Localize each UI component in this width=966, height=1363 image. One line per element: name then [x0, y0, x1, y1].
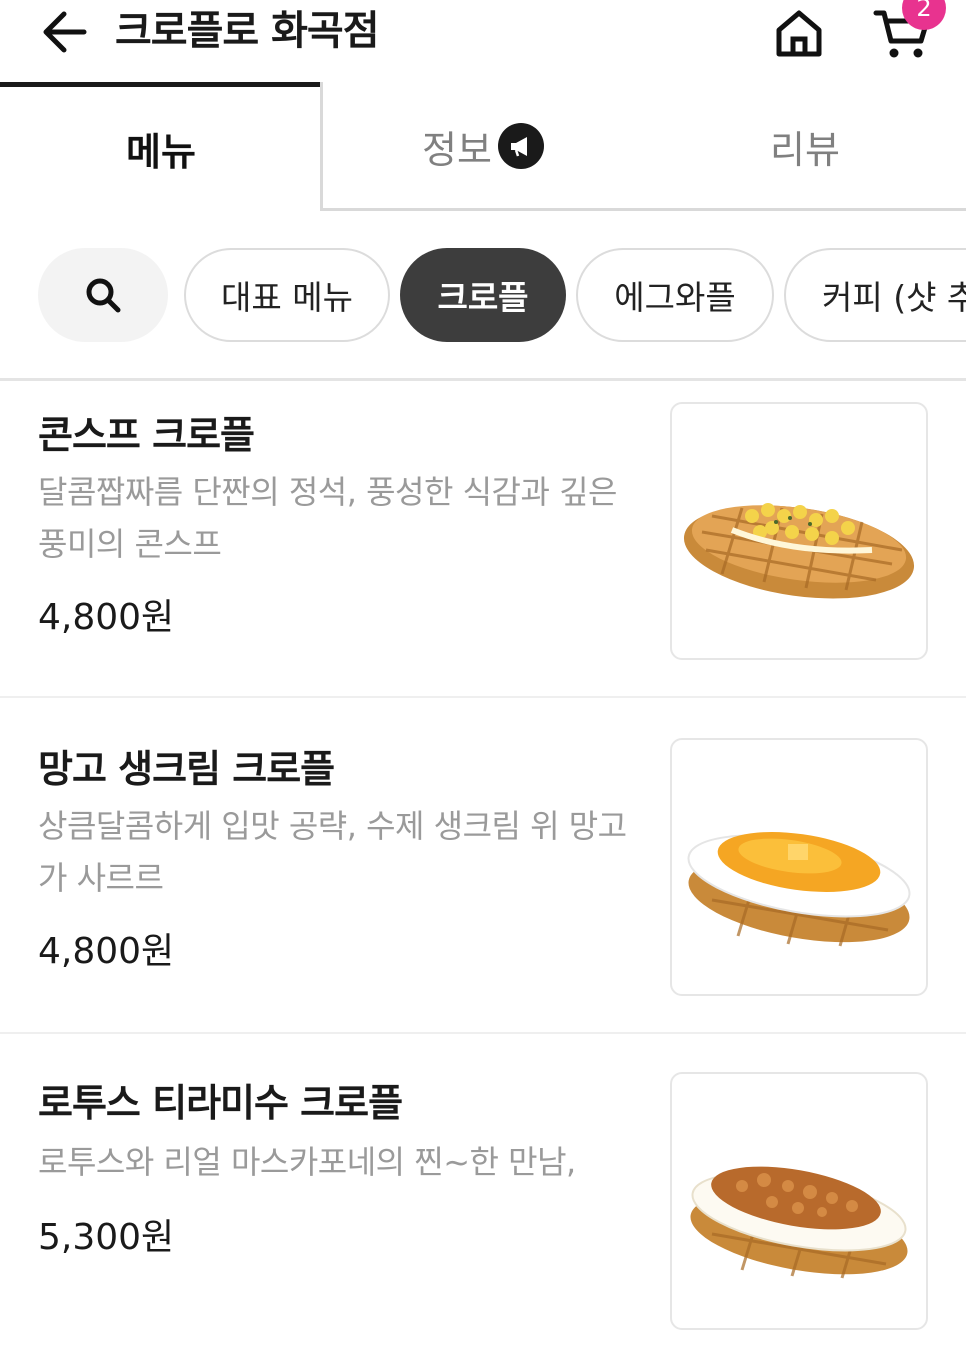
menu-item-description: 로투스와 리얼 마스카포네의 찐~한 만남, [38, 1143, 576, 1181]
menu-item-price: 5,300원 [38, 1217, 175, 1258]
menu-item-price: 4,800원 [38, 931, 175, 972]
menu-item[interactable]: 로투스 티라미수 크로플 로투스와 리얼 마스카포네의 찐~한 만남, 5,30… [0, 1052, 966, 1363]
menu-item-image [670, 402, 928, 660]
back-button[interactable] [36, 6, 92, 58]
tab-bottom-border [320, 208, 966, 211]
app-header: 크로플로 화곡점 2 [0, 0, 966, 80]
menu-item-image [670, 738, 928, 996]
menu-item[interactable]: 콘스프 크로플 달콤짭짜름 단짠의 정석, 풍성한 식감과 깊은 풍미의 콘스프… [0, 382, 966, 698]
tab-review[interactable]: 리뷰 [644, 82, 966, 210]
store-title: 크로플로 화곡점 [115, 8, 380, 54]
home-button[interactable] [770, 4, 828, 62]
category-chip-coffee[interactable]: 커피 (샷 추 [784, 248, 966, 342]
menu-item-image [670, 1072, 928, 1330]
tab-review-label: 리뷰 [770, 127, 840, 172]
search-button[interactable] [38, 248, 168, 342]
category-chip-representative[interactable]: 대표 메뉴 [184, 248, 390, 342]
category-chip-egg-waffle[interactable]: 에그와플 [576, 248, 774, 342]
megaphone-icon [497, 123, 544, 169]
tab-divider [320, 82, 323, 210]
category-chip-croffle[interactable]: 크로플 [400, 248, 566, 342]
tab-info[interactable]: 정보 [322, 82, 644, 210]
menu-item-description: 달콤짭짜름 단짠의 정석, 풍성한 식감과 깊은 풍미의 콘스프 [38, 473, 617, 563]
tab-info-label: 정보 [422, 127, 492, 172]
store-menu-screen: 크로플로 화곡점 2 메뉴 정보 리뷰 대표 메뉴 크로플 에그와플 커피 (샷… [0, 0, 966, 1363]
arrow-left-icon [43, 11, 87, 53]
store-tabs: 메뉴 정보 리뷰 [0, 82, 966, 212]
tab-menu[interactable]: 메뉴 [0, 82, 322, 210]
item-divider [0, 696, 966, 698]
item-divider [0, 1032, 966, 1034]
menu-item-name: 망고 생크림 크로플 [38, 747, 335, 791]
menu-item-name: 콘스프 크로플 [38, 413, 255, 457]
home-icon [776, 10, 822, 57]
menu-item-name: 로투스 티라미수 크로플 [38, 1081, 403, 1125]
menu-item-price: 4,800원 [38, 597, 175, 638]
tab-menu-label: 메뉴 [126, 130, 196, 174]
category-chips: 대표 메뉴 크로플 에그와플 커피 (샷 추 [0, 248, 966, 344]
menu-item[interactable]: 망고 생크림 크로플 상큼달콤하게 입맛 공략, 수제 생크림 위 망고가 사르… [0, 716, 966, 1032]
menu-item-description: 상큼달콤하게 입맛 공략, 수제 생크림 위 망고가 사르르 [38, 807, 627, 897]
search-icon [86, 278, 121, 313]
section-divider [0, 378, 966, 381]
